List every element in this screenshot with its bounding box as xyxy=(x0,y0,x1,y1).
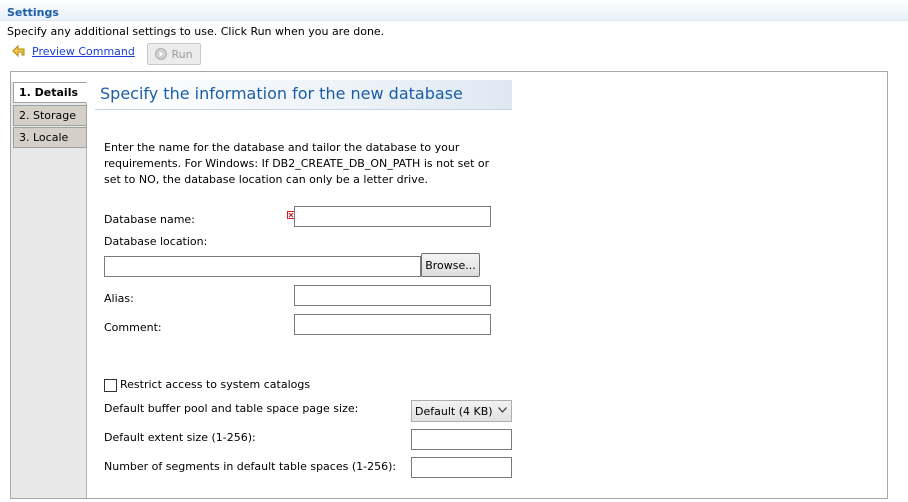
settings-header-bar xyxy=(0,0,908,21)
buffer-pool-label: Default buffer pool and table space page… xyxy=(104,402,359,415)
preview-command-link[interactable]: Preview Command xyxy=(32,45,135,58)
segments-input[interactable] xyxy=(411,457,512,478)
chevron-down-icon xyxy=(498,407,507,413)
run-button-label: Run xyxy=(171,47,193,61)
run-button[interactable]: Run xyxy=(147,43,201,65)
database-location-input[interactable] xyxy=(104,256,421,277)
alias-label: Alias: xyxy=(104,292,134,305)
run-play-icon xyxy=(155,48,168,60)
tab-details[interactable]: 1. Details xyxy=(13,82,87,103)
settings-title: Settings xyxy=(7,6,59,19)
alias-input[interactable] xyxy=(294,285,491,306)
database-name-label: Database name: xyxy=(104,213,195,226)
buffer-pool-dropdown[interactable]: Default (4 KB) xyxy=(411,400,512,422)
browse-button[interactable]: Browse... xyxy=(421,253,480,277)
restrict-access-label: Restrict access to system catalogs xyxy=(120,378,311,391)
segments-label: Number of segments in default table spac… xyxy=(104,460,397,473)
tab-storage[interactable]: 2. Storage xyxy=(13,105,87,126)
comment-label: Comment: xyxy=(104,321,162,334)
instructions-text: Specify any additional settings to use. … xyxy=(7,25,385,38)
extent-size-label: Default extent size (1-256): xyxy=(104,431,256,444)
tab-locale[interactable]: 3. Locale xyxy=(13,127,87,148)
buffer-pool-selected: Default (4 KB) xyxy=(415,404,493,418)
extent-size-input[interactable] xyxy=(411,429,512,450)
section-description: Enter the name for the database and tail… xyxy=(104,141,490,186)
database-name-input[interactable] xyxy=(294,206,491,227)
database-location-label: Database location: xyxy=(104,235,208,248)
restrict-access-checkbox[interactable] xyxy=(104,379,117,392)
comment-input[interactable] xyxy=(294,314,491,335)
preview-command-icon[interactable] xyxy=(11,43,27,59)
section-title: Specify the information for the new data… xyxy=(100,84,463,103)
